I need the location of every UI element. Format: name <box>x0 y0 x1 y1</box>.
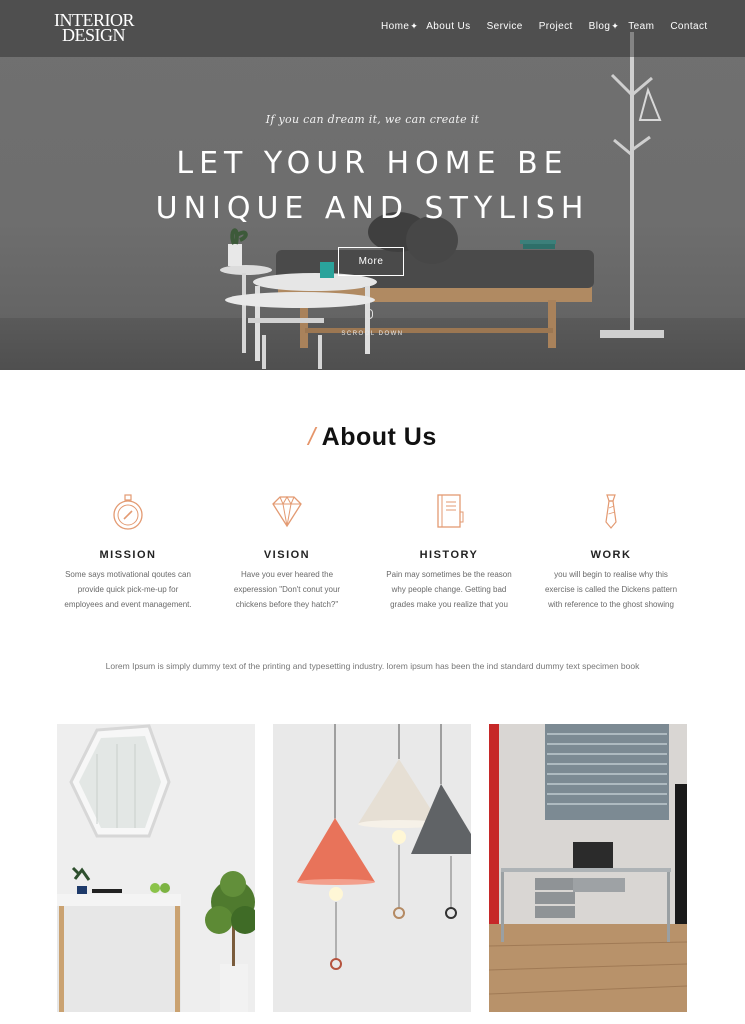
nav-home-label: Home <box>381 21 410 32</box>
nav-home[interactable]: Home ✦ <box>381 21 418 32</box>
plus-icon: ✦ <box>410 21 419 31</box>
top-navigation-bar: INTERIOR DESIGN Home ✦ About Us Service P… <box>0 0 745 57</box>
hero-section: INTERIOR DESIGN Home ✦ About Us Service P… <box>0 0 745 370</box>
about-section-title: / About Us <box>0 423 745 452</box>
nav-project[interactable]: Project <box>539 21 573 32</box>
feature-title: MISSION <box>99 549 157 561</box>
hero-headline-line-2: UNIQUE AND STYLISH <box>155 191 590 226</box>
feature-line: provide quick pick-me-up for <box>77 585 179 594</box>
nav-blog[interactable]: Blog ✦ <box>589 21 620 32</box>
about-title-text: About Us <box>321 423 437 451</box>
site-logo[interactable]: INTERIOR DESIGN <box>54 11 144 45</box>
logo-line-2: DESIGN <box>62 25 126 45</box>
scroll-down-label[interactable]: SCROOL DOWN <box>0 331 745 337</box>
about-summary-text: Lorem Ipsum is simply dummy text of the … <box>105 661 640 671</box>
nav-contact[interactable]: Contact <box>670 21 707 32</box>
plus-icon: ✦ <box>611 21 620 31</box>
feature-line: Pain may sometimes be the reason <box>386 570 512 579</box>
feature-line: employees and event management. <box>64 600 192 609</box>
feature-title: WORK <box>590 549 632 561</box>
nav-about-us[interactable]: About Us <box>426 21 470 32</box>
nav-team[interactable]: Team <box>628 21 654 32</box>
compass-icon <box>113 494 143 530</box>
media-unit-photo <box>489 724 687 1012</box>
nav-about-label: About Us <box>426 21 471 32</box>
feature-line: grades make you realize that you <box>390 600 508 609</box>
nav-service[interactable]: Service <box>487 21 523 32</box>
feature-line: you will begin to realise why this <box>554 570 668 579</box>
main-nav: Home ✦ About Us Service Project Blog ✦ Tea… <box>381 21 708 32</box>
nav-service-label: Service <box>486 21 523 32</box>
feature-vision: VISION Have you ever heared the experess… <box>212 492 362 612</box>
nav-contact-label: Contact <box>670 21 708 32</box>
feature-line: with reference to the ghost showing <box>548 600 674 609</box>
gallery-image-console-table[interactable] <box>57 724 255 1012</box>
feature-mission: MISSION Some says motivational qoutes ca… <box>53 492 203 612</box>
feature-line: why people change. Getting bad <box>391 585 507 594</box>
hero-headline-line-1: LET YOUR HOME BE <box>176 146 569 181</box>
more-button[interactable]: More <box>338 247 404 276</box>
feature-line: exercise is called the Dickens pattern <box>544 585 678 594</box>
feature-line: Have you ever heared the <box>240 570 334 579</box>
feature-history: HISTORY Pain may sometimes be the reason… <box>374 492 524 612</box>
pendant-lamps-photo <box>273 724 471 1012</box>
feature-description: you will begin to realise why this exerc… <box>536 567 686 612</box>
console-table-photo <box>57 724 255 1012</box>
nav-team-label: Team <box>628 21 655 32</box>
feature-line: chickens before they hatch?" <box>235 600 339 609</box>
nav-project-label: Project <box>538 21 573 32</box>
gallery-image-media-unit[interactable] <box>489 724 687 1012</box>
feature-work: WORK you will begin to realise why this … <box>536 492 686 612</box>
feature-title: VISION <box>263 549 311 561</box>
book-icon <box>437 494 464 528</box>
hero-tagline: If you can dream it, we can create it <box>265 113 480 126</box>
tie-icon <box>605 494 617 529</box>
feature-line: Some says motivational qoutes can <box>65 570 191 579</box>
feature-description: Some says motivational qoutes can provid… <box>53 567 203 612</box>
gallery-image-pendant-lamps[interactable] <box>273 724 471 1012</box>
feature-line: experession "Don't conut your <box>233 585 341 594</box>
feature-title: HISTORY <box>419 549 479 561</box>
mouse-scroll-icon <box>366 309 373 319</box>
feature-description: Have you ever heared the experession "Do… <box>212 567 362 612</box>
nav-blog-label: Blog <box>588 21 611 32</box>
feature-description: Pain may sometimes be the reason why peo… <box>374 567 524 612</box>
title-accent-slash: / <box>308 423 316 451</box>
diamond-icon <box>272 495 302 528</box>
